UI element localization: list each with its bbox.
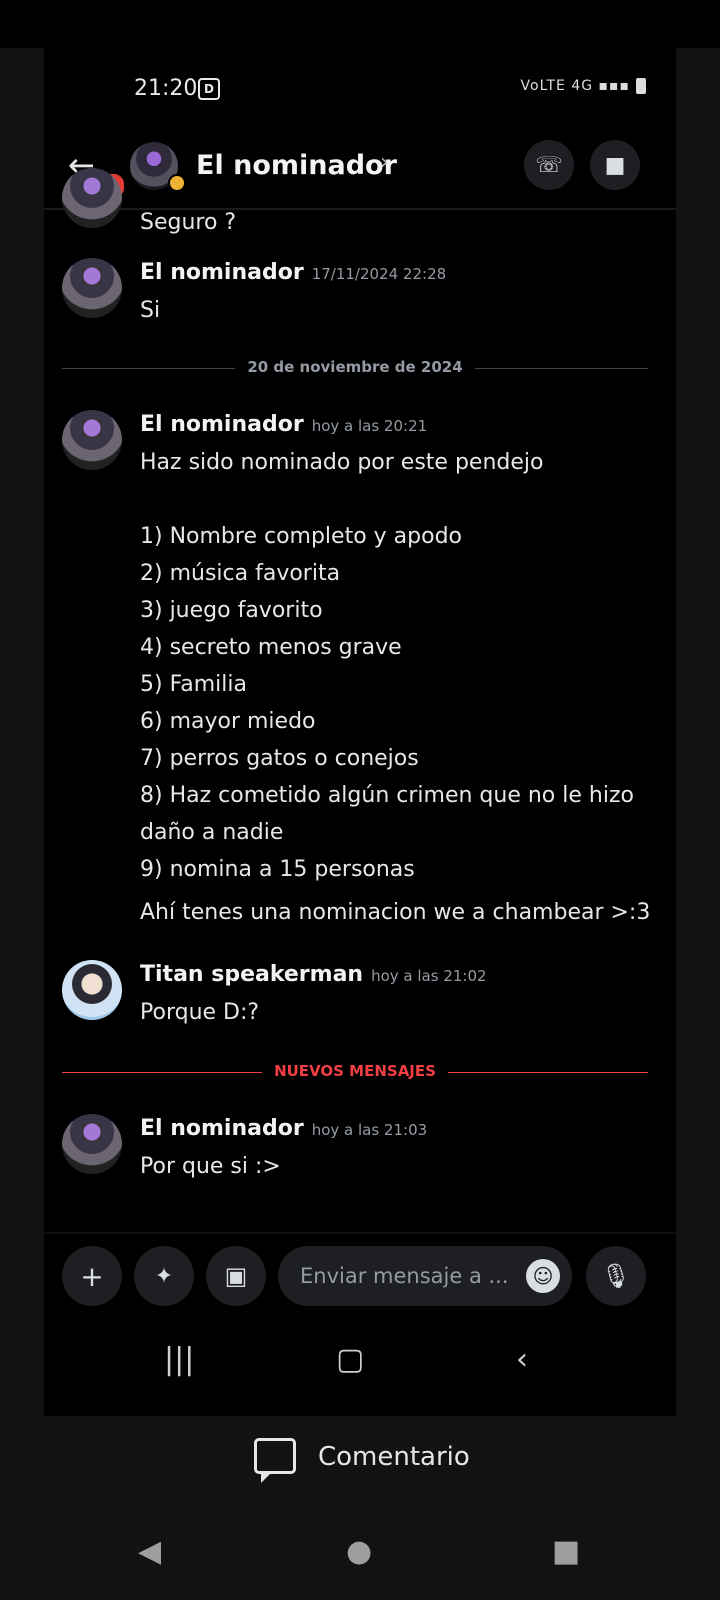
avatar[interactable] xyxy=(62,258,122,318)
message-author[interactable]: El nominador 17/11/2024 22:28 xyxy=(140,260,446,285)
message-text: Seguro ? xyxy=(140,210,237,235)
author-name[interactable]: El nominador xyxy=(140,260,304,285)
author-name[interactable]: Titan speakerman xyxy=(140,962,363,987)
signal-indicator: VoLTE 4G ▪▪▪ xyxy=(521,78,646,94)
microphone-icon: 🎙 xyxy=(600,1262,632,1290)
message-text: Porque D:? xyxy=(140,1000,260,1025)
overview-square-icon[interactable]: ■ xyxy=(552,1534,580,1569)
avatar[interactable] xyxy=(62,168,122,228)
idle-status-icon xyxy=(168,174,186,192)
comment-bar[interactable]: Comentario xyxy=(0,1416,720,1506)
back-triangle-icon[interactable]: ◀ xyxy=(138,1534,161,1569)
message-timestamp: hoy a las 20:21 xyxy=(311,417,428,435)
chevron-right-icon[interactable]: › xyxy=(380,150,389,175)
message-text: Haz sido nominado por este pendejo 1) No… xyxy=(140,450,634,882)
date-divider: 20 de noviembre de 2024 xyxy=(62,358,648,378)
voice-message-button[interactable]: 🎙 xyxy=(586,1246,646,1306)
message-timestamp: hoy a las 21:03 xyxy=(311,1121,428,1139)
divider-label: 20 de noviembre de 2024 xyxy=(62,358,648,376)
avatar[interactable] xyxy=(62,1114,122,1174)
message-author[interactable]: El nominador hoy a las 20:21 xyxy=(140,412,427,437)
android-nav-bar: ||| ▢ ‹ xyxy=(44,1320,676,1416)
message-list[interactable]: Seguro ? El nominador 17/11/2024 22:28 Si… xyxy=(44,168,676,1228)
apps-button[interactable]: ✦ xyxy=(134,1246,194,1306)
message-input[interactable] xyxy=(298,1260,512,1292)
gift-button[interactable]: ▣ xyxy=(206,1246,266,1306)
new-messages-label: NUEVOS MENSAJES xyxy=(262,1062,448,1080)
chat-header: ← 16 El nominador › ☏ ■ xyxy=(44,128,676,210)
apps-icon: ✦ xyxy=(154,1263,174,1289)
discord-screenshot: 21:20 D VoLTE 4G ▪▪▪ ← 16 El nominador ›… xyxy=(44,48,676,1416)
message-timestamp: 17/11/2024 22:28 xyxy=(311,265,447,283)
message-author[interactable]: Titan speakerman hoy a las 21:02 xyxy=(140,962,487,987)
recent-apps-icon[interactable]: ||| xyxy=(164,1342,194,1377)
voice-call-button[interactable]: ☏ xyxy=(524,140,574,190)
plus-icon: + xyxy=(80,1259,104,1293)
home-circle-icon[interactable]: ● xyxy=(346,1534,372,1569)
signal-text: VoLTE 4G ▪▪▪ xyxy=(520,78,630,94)
battery-icon xyxy=(636,78,646,94)
emoji-icon[interactable]: ☺ xyxy=(526,1259,560,1293)
video-camera-icon: ■ xyxy=(604,152,626,178)
comment-label[interactable]: Comentario xyxy=(318,1442,470,1472)
back-icon[interactable]: ‹ xyxy=(516,1342,528,1377)
add-attachment-button[interactable]: + xyxy=(62,1246,122,1306)
system-nav-bar: ◀ ● ■ xyxy=(0,1506,720,1600)
notification-icon: D xyxy=(198,78,220,100)
status-time: 21:20 xyxy=(134,76,198,101)
home-icon[interactable]: ▢ xyxy=(336,1342,364,1377)
phone-icon: ☏ xyxy=(535,152,563,178)
avatar[interactable] xyxy=(62,410,122,470)
channel-title[interactable]: El nominador xyxy=(196,150,397,181)
message-text: Ahí tenes una nominacion we a chambear >… xyxy=(140,900,651,925)
message-input-wrapper[interactable]: ☺ xyxy=(278,1246,572,1306)
outer-top-bar xyxy=(0,0,720,48)
video-call-button[interactable]: ■ xyxy=(590,140,640,190)
new-messages-divider: NUEVOS MENSAJES xyxy=(62,1062,648,1082)
message-composer: + ✦ ▣ ☺ 🎙 xyxy=(44,1232,676,1322)
author-name[interactable]: El nominador xyxy=(140,412,304,437)
gift-icon: ▣ xyxy=(224,1262,248,1290)
divider-label: NUEVOS MENSAJES xyxy=(62,1062,648,1080)
comment-icon xyxy=(254,1438,296,1483)
message-text: Por que si :> xyxy=(140,1154,281,1179)
date-label: 20 de noviembre de 2024 xyxy=(235,358,475,376)
status-bar: 21:20 D VoLTE 4G ▪▪▪ xyxy=(44,48,676,128)
message-author[interactable]: El nominador hoy a las 21:03 xyxy=(140,1116,427,1141)
avatar[interactable] xyxy=(62,960,122,1020)
author-name[interactable]: El nominador xyxy=(140,1116,304,1141)
message-text: Si xyxy=(140,298,161,323)
message-timestamp: hoy a las 21:02 xyxy=(371,967,487,985)
